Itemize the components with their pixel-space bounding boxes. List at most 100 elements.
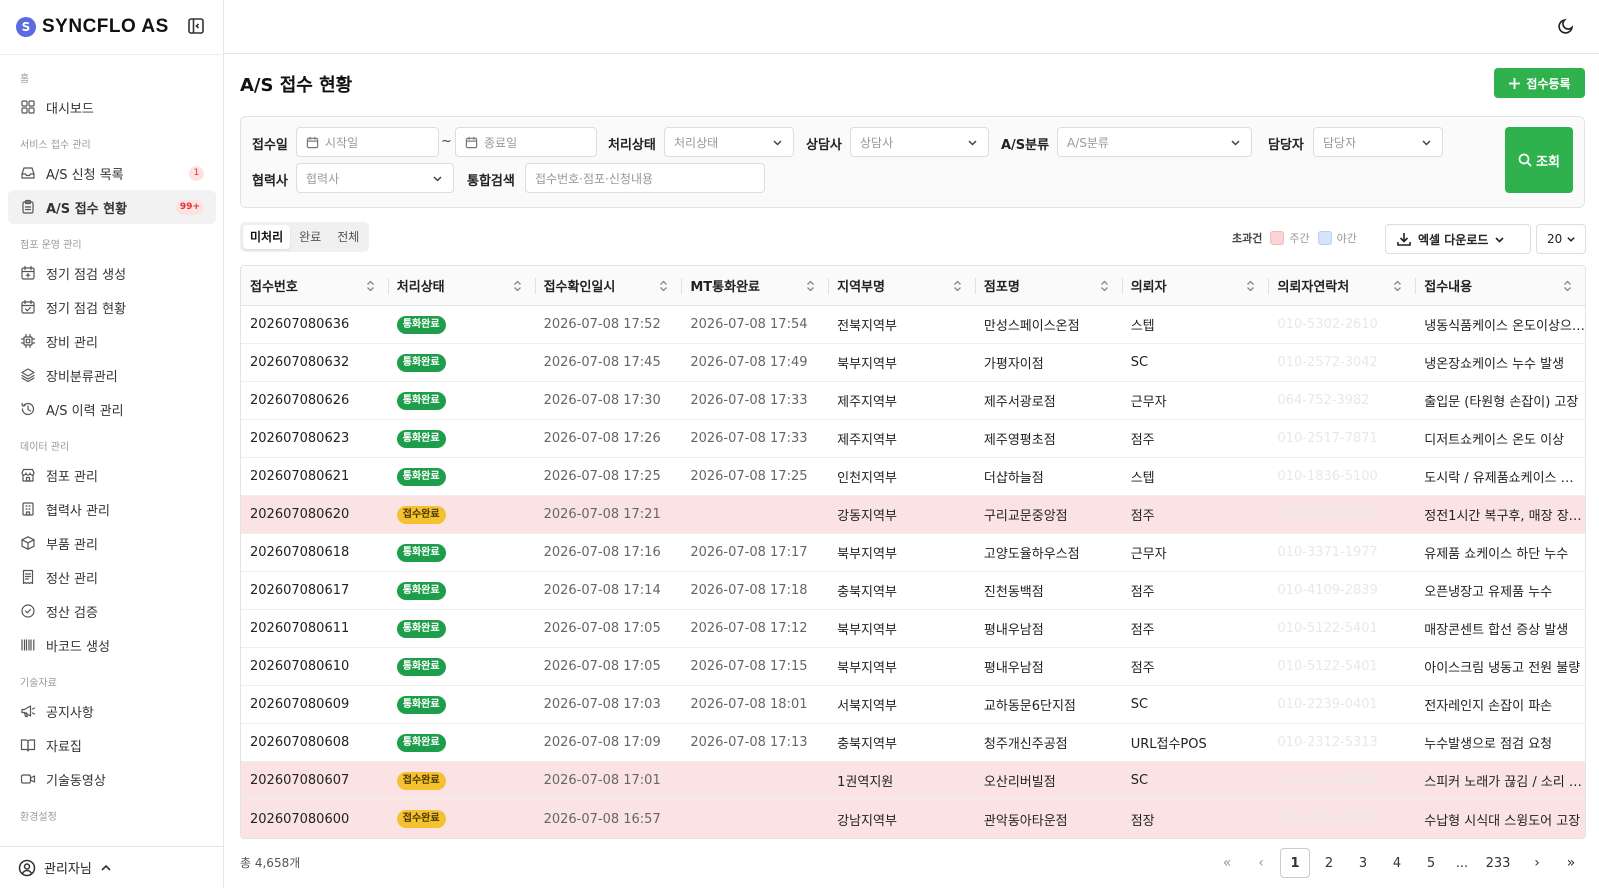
column-header-requester[interactable]: 의뢰자 xyxy=(1121,266,1269,305)
manager-select[interactable]: 담당자 xyxy=(1313,127,1443,157)
column-header-mt-call-done[interactable]: MT통화완료 xyxy=(681,266,828,305)
legend-swatch xyxy=(1317,231,1332,245)
cell-mt-call-done: 2026-07-08 18:01 xyxy=(690,697,808,712)
sidebar-item-history[interactable]: A/S 이력 관리 xyxy=(8,392,216,426)
sidebar-item-calendar-plus[interactable]: 정기 점검 생성 xyxy=(8,256,216,290)
table-row[interactable]: 202607080610 통화완료 2026-07-08 17:05 2026-07-… xyxy=(241,648,1585,686)
page-button[interactable]: 5 xyxy=(1416,848,1446,878)
sidebar-item-calendar-check[interactable]: 정기 점검 현황 xyxy=(8,290,216,324)
column-header-content[interactable]: 접수내용 xyxy=(1415,266,1585,305)
tab-all[interactable]: 전체 xyxy=(330,225,366,249)
table-row[interactable]: 202607080626 통화완료 2026-07-08 17:30 2026-07-… xyxy=(241,382,1585,420)
sort-icon[interactable] xyxy=(1246,280,1255,292)
sidebar-item-megaphone[interactable]: 공지사항 xyxy=(8,694,216,728)
status-select[interactable]: 처리상태 xyxy=(664,127,794,157)
sidebar-item-store[interactable]: 점포 관리 xyxy=(8,458,216,492)
tab-done[interactable]: 완료 xyxy=(292,225,328,249)
cell-store: 평내우남점 xyxy=(983,661,1044,676)
sidebar-item-book[interactable]: 자료집 xyxy=(8,728,216,762)
chevron-up-icon xyxy=(101,864,111,871)
status-badge: 통화완료 xyxy=(396,353,446,372)
sidebar-collapse-icon[interactable] xyxy=(187,17,207,37)
page-button[interactable]: 233 xyxy=(1478,848,1518,878)
status-badge: 통화완료 xyxy=(396,429,446,448)
table-row[interactable]: 202607080617 통화완료 2026-07-08 17:14 2026-07-… xyxy=(241,572,1585,610)
last-page-icon[interactable]: » xyxy=(1556,848,1586,878)
sort-icon[interactable] xyxy=(806,280,815,292)
table-row[interactable]: 202607080620 접수완료 2026-07-08 17:21 강동지역부 구리교… xyxy=(241,496,1585,534)
table-row[interactable]: 202607080611 통화완료 2026-07-08 17:05 2026-07-… xyxy=(241,610,1585,648)
column-header-store[interactable]: 점포명 xyxy=(974,266,1122,305)
first-page-icon[interactable]: « xyxy=(1212,848,1242,878)
cell-store: 진천동백점 xyxy=(983,585,1044,600)
sidebar-item-check-circle[interactable]: 정산 검증 xyxy=(8,594,216,628)
layers-icon xyxy=(20,367,36,383)
page-button[interactable]: 1 xyxy=(1280,848,1310,878)
sort-icon[interactable] xyxy=(953,280,962,292)
cell-mt-call-done: 2026-07-08 17:49 xyxy=(690,355,808,370)
table-row[interactable]: 202607080623 통화완료 2026-07-08 17:26 2026-07-… xyxy=(241,420,1585,458)
sidebar-item-dashboard[interactable]: 대시보드 xyxy=(8,90,216,124)
table-row[interactable]: 202607080632 통화완료 2026-07-08 17:45 2026-07-… xyxy=(241,344,1585,382)
table-row[interactable]: 202607080636 통화완료 2026-07-08 17:52 2026-07-… xyxy=(241,306,1585,344)
sidebar-item-building[interactable]: 협력사 관리 xyxy=(8,492,216,526)
cell-requester: 점장 xyxy=(1130,813,1155,829)
sidebar-item-label: 부품 관리 xyxy=(46,537,98,553)
user-menu[interactable]: 관리자님 xyxy=(0,846,224,888)
table-row[interactable]: 202607080608 통화완료 2026-07-08 17:09 2026-07-… xyxy=(241,724,1585,762)
sidebar-item-box[interactable]: 부품 관리 xyxy=(8,526,216,560)
sort-icon[interactable] xyxy=(513,280,522,292)
start-date-input[interactable]: 시작일 xyxy=(296,127,439,157)
tab-pending[interactable]: 미처리 xyxy=(243,225,291,249)
cell-mt-call-done: 2026-07-08 17:33 xyxy=(690,393,808,408)
cell-receipt-no: 202607080636 xyxy=(250,317,350,332)
column-header-confirmed-at[interactable]: 접수확인일시 xyxy=(534,266,682,305)
search-input[interactable]: 접수번호·점포·신청내용 xyxy=(525,163,765,193)
page-button[interactable]: 3 xyxy=(1348,848,1378,878)
page-size-select[interactable]: 20 xyxy=(1536,224,1586,254)
sidebar-item-label: 정기 점검 현황 xyxy=(46,301,127,317)
sidebar-item-clipboard[interactable]: A/S 접수 현황 99+ xyxy=(8,190,216,224)
cell-store: 더샵하늘점 xyxy=(983,471,1044,486)
sidebar-item-label: 정기 점검 생성 xyxy=(46,267,127,283)
partner-select[interactable]: 협력사 xyxy=(296,163,454,193)
table-row[interactable]: 202607080618 통화완료 2026-07-08 17:16 2026-07-… xyxy=(241,534,1585,572)
end-date-input[interactable]: 종료일 xyxy=(455,127,597,157)
column-header-status[interactable]: 처리상태 xyxy=(387,266,535,305)
sidebar-item-chip[interactable]: 장비 관리 xyxy=(8,324,216,358)
sidebar-item-layers[interactable]: 장비분류관리 xyxy=(8,358,216,392)
table-row[interactable]: 202607080607 접수완료 2026-07-08 17:01 1권역지원 오산리… xyxy=(241,762,1585,800)
moon-icon[interactable] xyxy=(1557,17,1577,37)
brand[interactable]: S SYNCFLO AS xyxy=(16,14,169,40)
nav-group-label: 점포 운영 관리 xyxy=(20,240,82,251)
cell-confirmed-at: 2026-07-08 17:09 xyxy=(543,735,661,750)
sort-icon[interactable] xyxy=(659,280,668,292)
sidebar-item-label: 대시보드 xyxy=(46,101,94,117)
next-page-icon[interactable]: › xyxy=(1522,848,1552,878)
page-button[interactable]: 4 xyxy=(1382,848,1412,878)
sort-icon[interactable] xyxy=(1100,280,1109,292)
sidebar-item-video[interactable]: 기술동영상 xyxy=(8,762,216,796)
column-header-receipt-no[interactable]: 접수번호 xyxy=(241,266,388,305)
category-select[interactable]: A/S분류 xyxy=(1057,127,1252,157)
sort-icon[interactable] xyxy=(366,280,375,292)
register-button[interactable]: 접수등록 xyxy=(1494,68,1585,98)
sort-icon[interactable] xyxy=(1393,280,1402,292)
prev-page-icon[interactable]: ‹ xyxy=(1246,848,1276,878)
sidebar-item-barcode[interactable]: 바코드 생성 xyxy=(8,628,216,662)
table-row[interactable]: 202607080600 접수완료 2026-07-08 16:57 강남지역부 관악동… xyxy=(241,800,1585,838)
table-row[interactable]: 202607080609 통화완료 2026-07-08 17:03 2026-07-… xyxy=(241,686,1585,724)
sort-icon[interactable] xyxy=(1563,280,1572,292)
brand-name: SYNCFLO AS xyxy=(42,16,169,37)
table-row[interactable]: 202607080621 통화완료 2026-07-08 17:25 2026-07-… xyxy=(241,458,1585,496)
sidebar-item-receipt[interactable]: 정산 관리 xyxy=(8,560,216,594)
agent-select[interactable]: 상담사 xyxy=(850,127,989,157)
column-header-region[interactable]: 지역부명 xyxy=(828,266,975,305)
column-header-requester-phone[interactable]: 의뢰자연락처 xyxy=(1268,266,1415,305)
check-circle-icon xyxy=(20,603,36,619)
search-button[interactable]: 조회 xyxy=(1505,127,1573,193)
excel-download-button[interactable]: 엑셀 다운로드 xyxy=(1385,224,1531,254)
barcode-icon xyxy=(20,637,36,653)
page-button[interactable]: 2 xyxy=(1314,848,1344,878)
sidebar-item-inbox[interactable]: A/S 신청 목록 1 xyxy=(8,156,216,190)
